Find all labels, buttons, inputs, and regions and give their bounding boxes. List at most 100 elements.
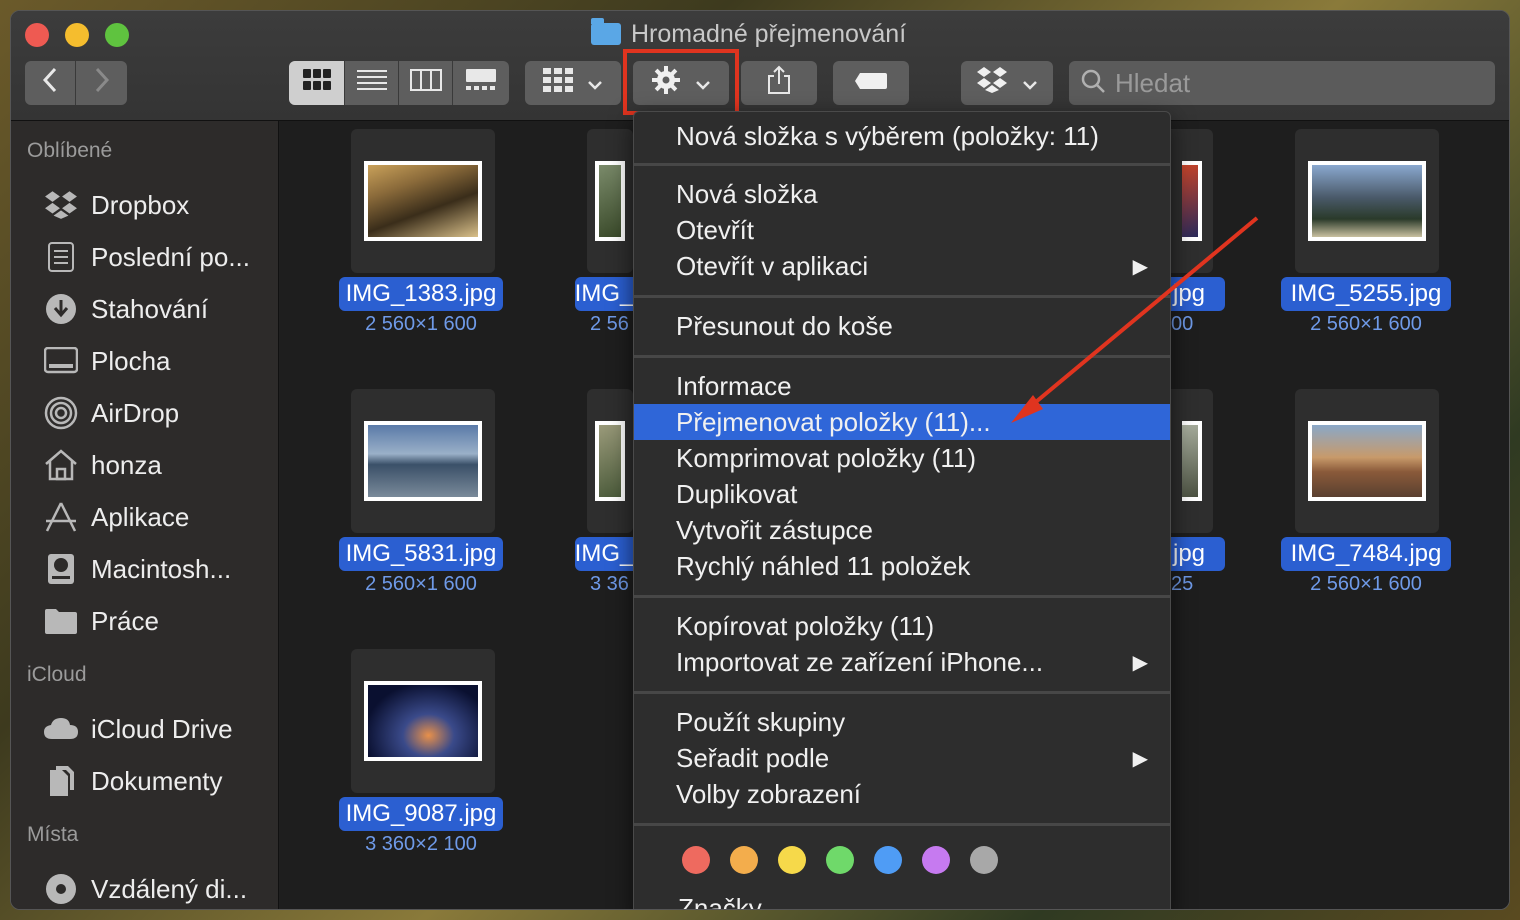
file-name[interactable]: IMG_1383.jpg [339, 277, 503, 311]
sidebar-section-places: Místa [27, 823, 79, 846]
folder-icon [591, 18, 621, 45]
photo-thumbnail [364, 681, 482, 761]
menu-item-use-groups[interactable]: Použít skupiny [634, 704, 1170, 740]
menu-item-duplicate[interactable]: Duplikovat [634, 476, 1170, 512]
file-item-thumbnail[interactable] [587, 129, 633, 273]
file-name[interactable]: IMG_7484.jpg [1281, 537, 1451, 571]
sidebar-item-remote-disc[interactable]: Vzdálený di... [43, 869, 247, 909]
back-button[interactable] [25, 61, 76, 105]
tag-color-dot[interactable] [778, 846, 806, 874]
menu-item-copy-items[interactable]: Kopírovat položky (11) [634, 608, 1170, 644]
sidebar-item-documents[interactable]: Dokumenty [43, 761, 223, 801]
menu-item-compress[interactable]: Komprimovat položky (11) [634, 440, 1170, 476]
sidebar-item-icloud-drive[interactable]: iCloud Drive [43, 709, 233, 749]
column-view-button[interactable] [399, 61, 453, 105]
file-item-thumbnail[interactable] [587, 389, 633, 533]
photo-thumbnail [595, 161, 625, 241]
menu-item-import-from-iphone[interactable]: Importovat ze zařízení iPhone... ▶ [634, 644, 1170, 680]
menu-item-make-alias[interactable]: Vytvořit zástupce [634, 512, 1170, 548]
submenu-arrow-icon: ▶ [1132, 651, 1148, 674]
menu-item-new-folder-with-selection[interactable]: Nová složka s výběrem (položky: 11) [634, 118, 1170, 154]
menu-item-move-to-trash[interactable]: Přesunout do koše [634, 308, 1170, 344]
file-item-thumbnail[interactable] [1295, 389, 1439, 533]
photo-thumbnail [364, 421, 482, 501]
sidebar-item-prace[interactable]: Práce [43, 601, 159, 641]
gallery-view-button[interactable] [453, 61, 509, 105]
recents-icon [43, 239, 79, 275]
menu-item-open[interactable]: Otevřít [634, 212, 1170, 248]
action-context-menu: Nová složka s výběrem (položky: 11) Nová… [633, 111, 1171, 910]
tags-button[interactable] [833, 61, 909, 105]
close-button[interactable] [25, 23, 49, 47]
zoom-button[interactable] [105, 23, 129, 47]
sidebar-item-label: Poslední po... [91, 241, 250, 272]
file-item-thumbnail[interactable] [351, 129, 495, 273]
view-mode-control [289, 61, 509, 105]
list-view-button[interactable] [345, 61, 399, 105]
menu-item-label: Nová složka [676, 178, 818, 209]
share-button[interactable] [741, 61, 817, 105]
file-dimensions: 3 36 [590, 573, 629, 595]
tag-color-dot[interactable] [874, 846, 902, 874]
menu-item-rename-items[interactable]: Přejmenovat položky (11)... [634, 404, 1170, 440]
menu-item-get-info[interactable]: Informace [634, 368, 1170, 404]
menu-separator [634, 163, 1170, 166]
dropbox-icon [976, 66, 1008, 101]
sidebar-section-icloud: iCloud [27, 663, 87, 686]
tag-color-dot[interactable] [826, 846, 854, 874]
group-by-button[interactable] [525, 61, 621, 105]
file-dimensions: 2 560×1 600 [365, 313, 477, 335]
icon-view-button[interactable] [289, 61, 345, 105]
file-item-thumbnail[interactable] [351, 649, 495, 793]
file-item-thumbnail[interactable] [1171, 129, 1213, 273]
menu-item-label: Seřadit podle [676, 742, 830, 773]
file-name[interactable]: IMG_ [575, 537, 633, 571]
sidebar-item-dropbox[interactable]: Dropbox [43, 185, 189, 225]
menu-item-label: Vytvořit zástupce [676, 514, 874, 545]
sidebar-item-airdrop[interactable]: AirDrop [43, 393, 179, 433]
downloads-icon [43, 291, 79, 327]
menu-item-open-with[interactable]: Otevřít v aplikaci ▶ [634, 248, 1170, 284]
submenu-arrow-icon: ▶ [1132, 747, 1148, 770]
file-name[interactable]: IMG_ [575, 277, 633, 311]
tag-color-dot[interactable] [922, 846, 950, 874]
tag-color-dot[interactable] [970, 846, 998, 874]
chevron-down-icon [1022, 69, 1038, 97]
file-name[interactable]: IMG_9087.jpg [339, 797, 503, 831]
dropbox-button[interactable] [961, 61, 1053, 105]
search-field[interactable]: Hledat [1069, 61, 1495, 105]
sidebar-item-recents[interactable]: Poslední po... [43, 237, 250, 277]
sidebar-item-desktop[interactable]: Plocha [43, 341, 171, 381]
tag-color-dot[interactable] [682, 846, 710, 874]
tag-color-dot[interactable] [730, 846, 758, 874]
minimize-button[interactable] [65, 23, 89, 47]
file-item-thumbnail[interactable] [1295, 129, 1439, 273]
sidebar-item-home[interactable]: honza [43, 445, 162, 485]
menu-item-tags[interactable]: Značky... [634, 890, 1170, 910]
sidebar-item-applications[interactable]: Aplikace [43, 497, 189, 537]
gear-icon [651, 65, 681, 102]
file-name[interactable]: IMG_5255.jpg [1281, 277, 1451, 311]
menu-item-label: Přejmenovat položky (11)... [676, 406, 991, 437]
file-name[interactable]: jpg [1171, 537, 1225, 571]
menu-item-label: Použít skupiny [676, 706, 846, 737]
search-icon [1081, 69, 1105, 98]
action-menu-button[interactable] [633, 61, 729, 105]
sidebar-item-macintosh[interactable]: Macintosh... [43, 549, 231, 589]
menu-item-quick-look[interactable]: Rychlý náhled 11 položek [634, 548, 1170, 584]
photo-thumbnail [1182, 161, 1202, 241]
file-name[interactable]: jpg [1171, 277, 1225, 311]
photo-thumbnail [1182, 421, 1202, 501]
file-name[interactable]: IMG_5831.jpg [339, 537, 503, 571]
forward-button[interactable] [76, 61, 127, 105]
menu-item-new-folder[interactable]: Nová složka [634, 176, 1170, 212]
sidebar-item-downloads[interactable]: Stahování [43, 289, 208, 329]
menu-item-view-options[interactable]: Volby zobrazení [634, 776, 1170, 812]
file-item-thumbnail[interactable] [1171, 389, 1213, 533]
window-title: Hromadné přejmenování [591, 18, 906, 49]
disk-icon [43, 551, 79, 587]
menu-separator [634, 595, 1170, 598]
file-item-thumbnail[interactable] [351, 389, 495, 533]
grid-icon [302, 68, 331, 98]
menu-item-sort-by[interactable]: Seřadit podle ▶ [634, 740, 1170, 776]
